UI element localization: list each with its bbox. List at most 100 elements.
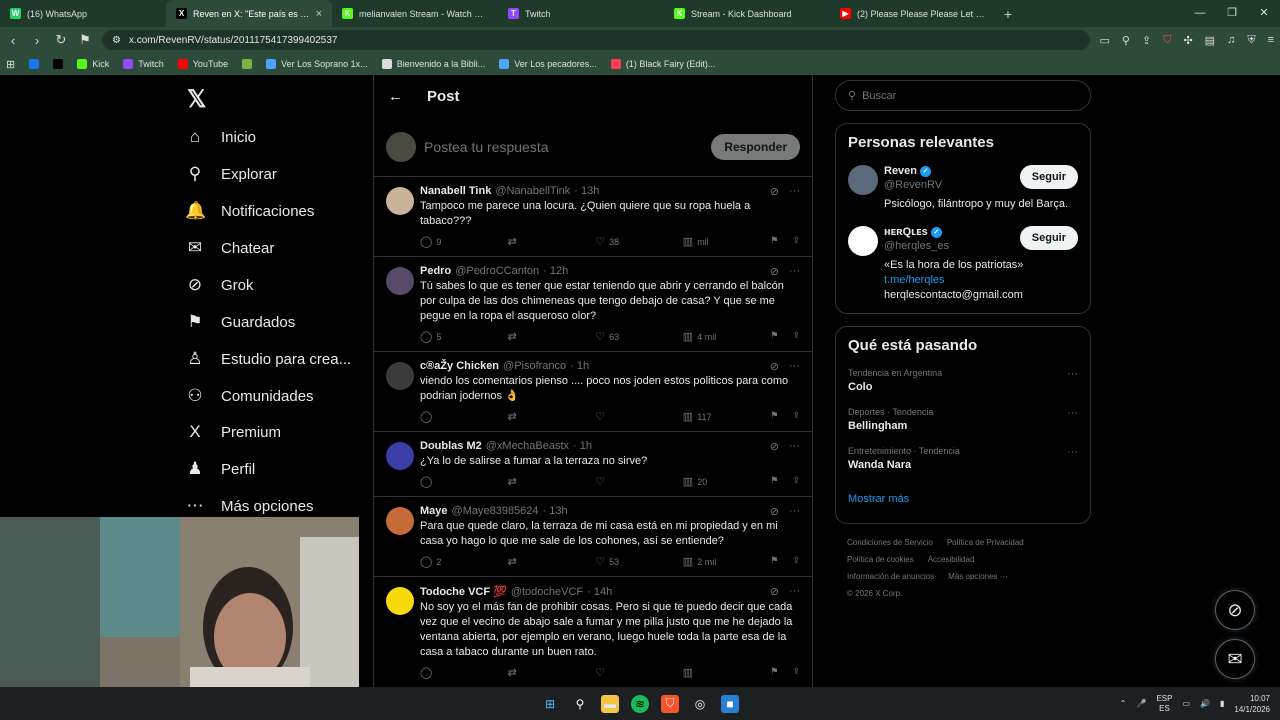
apps-icon[interactable]: ⊞: [6, 58, 15, 71]
share-icon[interactable]: ⇪: [792, 330, 800, 343]
footer-link[interactable]: Información de anuncios: [847, 572, 934, 581]
obs-icon[interactable]: ◎: [691, 695, 709, 713]
start-icon[interactable]: ⊞: [541, 695, 559, 713]
like-action[interactable]: ♡ 38: [595, 235, 635, 248]
footer-link[interactable]: Más opciones ···: [948, 572, 1008, 581]
bookmark-item[interactable]: YouTube: [177, 59, 228, 69]
reply-action[interactable]: ◯ 9: [420, 235, 460, 248]
retweet-action[interactable]: ⇄: [508, 475, 548, 488]
post-time[interactable]: · 14h: [587, 586, 612, 598]
restore-icon[interactable]: ❐: [1216, 0, 1248, 27]
views-action[interactable]: ▥ 2 mil: [683, 555, 723, 568]
avatar[interactable]: [848, 165, 878, 195]
bookmark-page-icon[interactable]: ⚑: [78, 32, 92, 48]
sidebar-icon[interactable]: ▤: [1205, 34, 1215, 47]
new-tab-button[interactable]: +: [996, 6, 1020, 22]
share-icon[interactable]: ⇪: [792, 410, 800, 423]
browser-tab[interactable]: T Twitch: [498, 0, 664, 27]
author-name[interactable]: Pedro: [420, 265, 451, 277]
cast-icon[interactable]: ▭: [1100, 34, 1110, 47]
trend-item[interactable]: Entretenimiento · Tendencia Wanda Nara ···: [848, 446, 1078, 471]
more-icon[interactable]: ···: [789, 505, 800, 518]
reply-button[interactable]: Responder: [711, 133, 800, 160]
follow-button[interactable]: Seguir: [1019, 165, 1078, 189]
reply-post[interactable]: Pedro @PedroCCanton · 12h Tú sabes lo que e…: [374, 257, 812, 352]
browser-tab[interactable]: Kmelianvalen Stream - Watch Live: [332, 0, 498, 27]
nav-item-grok[interactable]: ⊘ Grok: [185, 275, 254, 295]
post-time[interactable]: · 1h: [573, 440, 592, 452]
share-icon[interactable]: ⇪: [792, 555, 800, 568]
nav-item-inicio[interactable]: ⌂ Inicio: [185, 127, 256, 147]
grok-icon[interactable]: ⊘: [770, 185, 779, 198]
bookmark-icon[interactable]: ⚑: [770, 475, 778, 488]
more-icon[interactable]: ···: [789, 185, 800, 198]
reply-action[interactable]: ◯ 5: [420, 330, 460, 343]
grok-icon[interactable]: ⊘: [770, 265, 779, 278]
person-name-text[interactable]: Reven: [884, 165, 917, 177]
more-icon[interactable]: ···: [789, 440, 800, 453]
author-name[interactable]: Todoche VCF 💯: [420, 585, 507, 598]
close-window-icon[interactable]: ✕: [1248, 0, 1280, 27]
author-handle[interactable]: @todocheVCF: [511, 586, 583, 598]
network-icon[interactable]: ▭: [1182, 699, 1190, 708]
grok-icon[interactable]: ⊘: [770, 440, 779, 453]
extensions-icon[interactable]: ✣: [1183, 34, 1192, 47]
nav-item-más[interactable]: ⋯ Más opciones: [185, 496, 314, 516]
grok-icon[interactable]: ⊘: [770, 360, 779, 373]
taskbar-search-icon[interactable]: ⚲: [571, 695, 589, 713]
minimize-icon[interactable]: —: [1184, 0, 1216, 27]
footer-link[interactable]: Condiciones de Servicio: [847, 538, 933, 547]
bookmark-item[interactable]: [29, 59, 40, 69]
footer-link[interactable]: Accesibilidad: [928, 555, 975, 564]
post-time[interactable]: · 13h: [543, 505, 568, 517]
x-logo-icon[interactable]: 𝕏: [187, 85, 206, 114]
person-name-text[interactable]: ʜᴇʀQʟᴇs: [884, 226, 928, 238]
zoom-icon[interactable]: ⚲: [1122, 34, 1130, 47]
share-icon[interactable]: ⇪: [792, 475, 800, 488]
views-action[interactable]: ▥ 4 mil: [683, 330, 723, 343]
more-icon[interactable]: ···: [789, 360, 800, 373]
author-handle[interactable]: @Pisofranco: [503, 360, 566, 372]
share-icon[interactable]: ⇪: [1142, 34, 1151, 47]
post-time[interactable]: · 13h: [574, 185, 599, 197]
browser-tab[interactable]: X Reven en X: "Este país es un loqu ×: [166, 0, 332, 27]
more-icon[interactable]: ···: [1067, 368, 1078, 380]
bookmark-icon[interactable]: ⚑: [770, 555, 778, 568]
reply-post[interactable]: c®aŽy Chicken @Pisofranco · 1h viendo los c…: [374, 352, 812, 432]
more-icon[interactable]: ···: [789, 585, 800, 598]
url-input[interactable]: ⚙ x.com/RevenRV/status/20111754173994025…: [102, 30, 1090, 50]
reply-input[interactable]: Postea tu respuesta: [424, 139, 703, 155]
relevant-person[interactable]: ʜᴇʀQʟᴇs ✓ @herqles_es «Es la hora de los p…: [848, 226, 1078, 303]
bookmark-item[interactable]: (1) Black Fairy (Edit)...: [610, 59, 715, 69]
views-action[interactable]: ▥ 117: [683, 410, 723, 423]
camera-app-icon[interactable]: ■: [721, 694, 739, 713]
site-info-icon[interactable]: ⚙: [112, 35, 121, 46]
avatar[interactable]: [848, 226, 878, 256]
microphone-icon[interactable]: 🎤: [1136, 699, 1146, 708]
like-action[interactable]: ♡: [595, 410, 635, 423]
follow-button[interactable]: Seguir: [1019, 226, 1078, 250]
tray-chevron-icon[interactable]: ⌃: [1120, 699, 1127, 708]
views-action[interactable]: ▥: [683, 666, 723, 679]
post-time[interactable]: · 1h: [570, 360, 589, 372]
author-name[interactable]: Nanabell Tink: [420, 185, 491, 197]
grok-icon[interactable]: ⊘: [770, 585, 779, 598]
reply-post[interactable]: Nanabell Tink @NanabellTink · 13h Tampoco m…: [374, 177, 812, 257]
nav-item-explorar[interactable]: ⚲ Explorar: [185, 164, 277, 184]
vpn-icon[interactable]: ⛨: [1247, 34, 1255, 47]
more-icon[interactable]: ···: [1067, 446, 1078, 458]
author-handle[interactable]: @PedroCCanton: [455, 265, 539, 277]
avatar[interactable]: [386, 267, 414, 295]
battery-icon[interactable]: ▮: [1220, 699, 1224, 708]
nav-item-premium[interactable]: X Premium: [185, 422, 281, 442]
reply-action[interactable]: ◯: [420, 475, 460, 488]
menu-icon[interactable]: ≡: [1268, 34, 1274, 47]
bookmark-item[interactable]: Ver Los pecadores...: [499, 59, 597, 69]
reply-action[interactable]: ◯: [420, 666, 460, 679]
nav-item-perfil[interactable]: ♟ Perfil: [185, 459, 255, 479]
views-action[interactable]: ▥ 20: [683, 475, 723, 488]
volume-icon[interactable]: 🔊: [1200, 699, 1210, 708]
retweet-action[interactable]: ⇄: [508, 235, 548, 248]
views-action[interactable]: ▥ mil: [683, 235, 723, 248]
forward-icon[interactable]: ›: [30, 33, 44, 48]
